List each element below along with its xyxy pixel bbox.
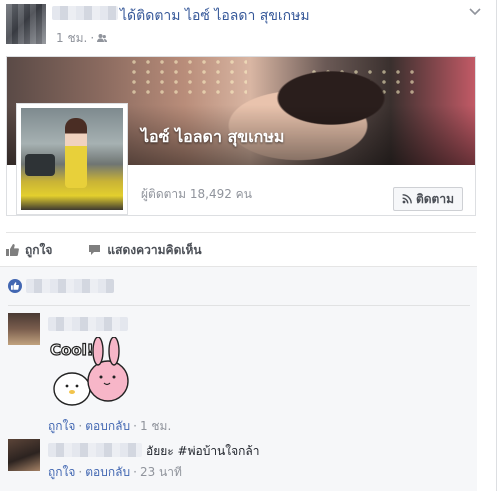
story-meta: 1 ชม. · bbox=[56, 29, 108, 48]
comment-reply-link[interactable]: ตอบกลับ bbox=[85, 465, 130, 479]
comment-timestamp[interactable]: 1 ชม. bbox=[140, 419, 171, 433]
comment-icon bbox=[89, 245, 101, 255]
page-name[interactable]: ไอซ์ ไอลดา สุขเกษม bbox=[141, 125, 284, 150]
like-button[interactable]: ถูกใจ bbox=[6, 241, 52, 260]
comments-section: Cool! ถูกใจ · ตอบกลับ · 1 ชม. อัยยะ #พ่อบ้าน… bbox=[0, 266, 477, 491]
profile-image bbox=[21, 108, 123, 210]
author-name-redacted bbox=[52, 6, 118, 20]
comment-label: แสดงความคิดเห็น bbox=[107, 242, 202, 257]
page-preview-card[interactable]: ไอซ์ ไอลดา สุขเกษม ผู้ติดตาม 18,492 คน ต… bbox=[6, 56, 476, 216]
comment-reply-link[interactable]: ตอบกลับ bbox=[85, 419, 130, 433]
thumbs-up-icon bbox=[6, 244, 19, 256]
comments-divider bbox=[8, 305, 470, 306]
comment-like-link[interactable]: ถูกใจ bbox=[48, 419, 75, 433]
story-header: ได้ติดตาม ไอซ์ ไอลดา สุขเกษม 1 ชม. · bbox=[0, 0, 497, 50]
comment-like-link[interactable]: ถูกใจ bbox=[48, 465, 75, 479]
comment-text: อัยยะ #พ่อบ้านใจกล้า bbox=[146, 444, 260, 458]
cool-sticker[interactable]: Cool! bbox=[48, 337, 134, 409]
likers-redacted bbox=[26, 279, 114, 293]
commenter-name-redacted bbox=[48, 317, 128, 331]
rss-icon bbox=[402, 194, 412, 204]
divider bbox=[6, 232, 476, 233]
page-profile-picture[interactable] bbox=[16, 103, 128, 215]
comment-item: Cool! ถูกใจ · ตอบกลับ · 1 ชม. bbox=[8, 313, 468, 433]
sticker-text: Cool! bbox=[50, 341, 94, 359]
friends-icon bbox=[97, 34, 108, 42]
like-badge-icon bbox=[8, 279, 22, 293]
comment-button[interactable]: แสดงความคิดเห็น bbox=[88, 241, 202, 260]
comment-actions: ถูกใจ · ตอบกลับ · 23 นาที bbox=[48, 465, 182, 479]
chevron-down-icon[interactable] bbox=[469, 8, 481, 16]
like-label: ถูกใจ bbox=[25, 242, 53, 257]
story-title[interactable]: ได้ติดตาม ไอซ์ ไอลดา สุขเกษม bbox=[120, 5, 310, 27]
comment-actions: ถูกใจ · ตอบกลับ · 1 ชม. bbox=[48, 419, 172, 433]
story-timestamp[interactable]: 1 ชม. bbox=[56, 31, 87, 45]
comment-item: อัยยะ #พ่อบ้านใจกล้า ถูกใจ · ตอบกลับ · 23 นา… bbox=[8, 439, 468, 489]
comment-timestamp[interactable]: 23 นาที bbox=[140, 465, 182, 479]
author-avatar[interactable] bbox=[6, 4, 46, 44]
feed-story: ได้ติดตาม ไอซ์ ไอลดา สุขเกษม 1 ชม. · ไอซ์… bbox=[0, 0, 497, 491]
follow-label: ติดตาม bbox=[415, 191, 454, 206]
commenter-avatar[interactable] bbox=[8, 439, 40, 471]
commenter-avatar[interactable] bbox=[8, 313, 40, 345]
follow-button[interactable]: ติดตาม bbox=[392, 187, 463, 211]
story-actions: ถูกใจ แสดงความคิดเห็น bbox=[6, 240, 238, 260]
follower-count: ผู้ติดตาม 18,492 คน bbox=[141, 187, 252, 201]
commenter-name-redacted bbox=[48, 443, 142, 457]
likes-summary[interactable] bbox=[8, 277, 114, 295]
